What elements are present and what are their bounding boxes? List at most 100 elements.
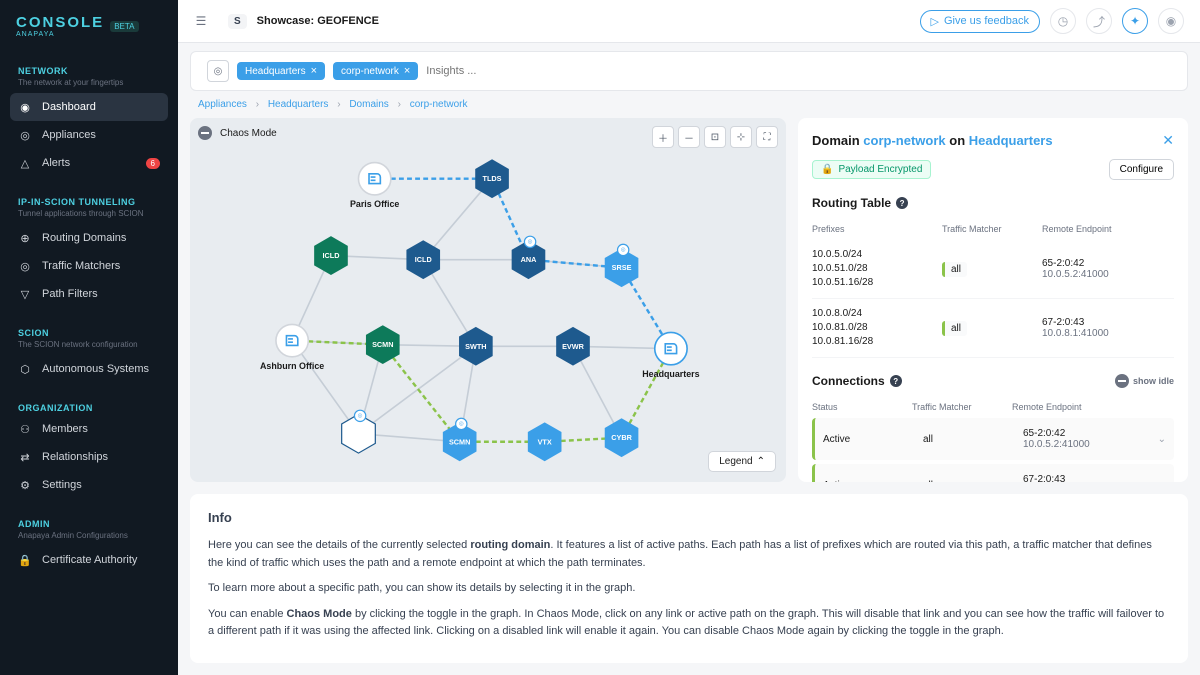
toggle-icon[interactable] [1115,374,1129,388]
sidebar-item-label: Dashboard [42,101,96,113]
info-section: Info Here you can see the details of the… [190,494,1188,663]
sidebar-item-alerts[interactable]: △ Alerts 6 [10,149,168,177]
nav-sub-network: The network at your fingertips [10,78,168,93]
breadcrumb-link[interactable]: Appliances [198,99,247,110]
chevron-right-icon: › [256,99,259,110]
target-icon: ◎ [18,259,32,273]
network-graph[interactable]: TLDSICLDICLDANA◎SRSE◎SCMNSWTHEVWRHIN◎SCM… [190,118,786,482]
chaos-label: Chaos Mode [220,128,277,139]
nav-heading-network: NETWORK [10,62,168,78]
filter-chip-headquarters[interactable]: Headquarters × [237,62,325,80]
graph-node-SWTH[interactable]: SWTH [459,327,493,366]
fit-icon[interactable]: ⊡ [704,126,726,148]
svg-text:TLDS: TLDS [483,174,502,183]
upload-icon[interactable]: ⤴ [1086,8,1112,34]
zoom-in-icon[interactable]: ＋ [652,126,674,148]
link-icon: ⇄ [18,450,32,464]
help-icon[interactable]: ? [896,197,908,209]
routing-row[interactable]: 10.0.5.0/2410.0.51.0/2810.0.51.16/28 all… [812,240,1174,299]
bell-icon: △ [18,156,32,170]
show-idle-toggle[interactable]: show idle [1115,374,1174,388]
filter-chip-corp-network[interactable]: corp-network × [333,62,418,80]
logo: CONSOLE ANAPAYA BETA [0,14,178,46]
routing-table-title: Routing Table ? [812,196,1174,210]
lock-icon: 🔒 [18,553,32,567]
svg-text:ICLD: ICLD [415,255,432,264]
info-paragraph: Here you can see the details of the curr… [208,537,1170,572]
insights-input[interactable] [426,65,1171,77]
svg-text:◎: ◎ [358,413,363,419]
sidebar-item-label: Members [42,423,88,435]
svg-text:HIN: HIN [352,429,365,438]
info-paragraph: To learn more about a specific path, you… [208,580,1170,598]
graph-node-EVWR[interactable]: EVWR [556,327,590,366]
graph-node-SRSE[interactable]: SRSE◎ [605,244,639,287]
sidebar-item-label: Alerts [42,157,70,169]
fullscreen-icon[interactable]: ⛶ [756,126,778,148]
filter-scope-icon[interactable]: ◎ [207,60,229,82]
graph-node-SCMN[interactable]: SCMN◎ [443,418,477,461]
sidebar-item-dashboard[interactable]: ◉ Dashboard [10,93,168,121]
sidebar-item-members[interactable]: ⚇ Members [10,415,168,443]
legend-button[interactable]: Legend ⌃ [708,451,776,472]
feedback-button[interactable]: ▷ Give us feedback [920,10,1040,33]
graph-node-CYBR[interactable]: CYBR [605,418,639,457]
zoom-out-icon[interactable]: － [678,126,700,148]
svg-text:ICLD: ICLD [322,251,339,260]
graph-node-VTX[interactable]: VTX [528,422,562,461]
routing-row[interactable]: 10.0.8.0/2410.0.81.0/2810.0.81.16/28 all… [812,299,1174,358]
svg-text:Paris Office: Paris Office [350,199,399,209]
chip-close-icon[interactable]: × [311,65,317,77]
breadcrumb-link[interactable]: Headquarters [268,99,329,110]
breadcrumb-link[interactable]: Domains [349,99,388,110]
lightbulb-icon[interactable]: ✦ [1122,8,1148,34]
connection-row[interactable]: Active all 65-2:0:4210.0.5.2:41000 ⌄ [812,418,1174,460]
encrypted-badge: 🔒 Payload Encrypted [812,160,931,179]
appliance-hq[interactable]: Headquarters [642,332,699,379]
send-icon: ▷ [931,15,939,28]
chevron-down-icon[interactable]: ⌄ [1158,434,1166,445]
close-icon[interactable]: ✕ [1162,132,1174,149]
user-avatar-icon[interactable]: ◉ [1158,8,1184,34]
sidebar-item-relationships[interactable]: ⇄ Relationships [10,443,168,471]
showcase-badge: S [228,14,247,29]
sidebar-item-traffic-matchers[interactable]: ◎ Traffic Matchers [10,252,168,280]
routing-table-header: Prefixes Traffic Matcher Remote Endpoint [812,218,1174,240]
toggle-icon[interactable] [198,126,212,140]
svg-text:Headquarters: Headquarters [642,369,699,379]
graph-node-ANA[interactable]: ANA◎ [512,236,546,279]
breadcrumb: Appliances › Headquarters › Domains › co… [178,91,1200,118]
sidebar-item-label: Certificate Authority [42,554,137,566]
nav-heading-scion: SCION [10,324,168,340]
connection-row[interactable]: Active all 67-2:0:4310.0.8.1:41000 ⌄ [812,464,1174,482]
sidebar-item-cert-authority[interactable]: 🔒 Certificate Authority [10,546,168,574]
main: ☰ S Showcase: GEOFENCE ▷ Give us feedbac… [178,0,1200,675]
graph-node-ICLD[interactable]: ICLD [314,236,348,275]
gear-icon: ⚙ [18,478,32,492]
filter-bar: ◎ Headquarters × corp-network × [190,51,1188,91]
sidebar-item-appliances[interactable]: ◎ Appliances [10,121,168,149]
chevron-down-icon[interactable]: ⌄ [1158,480,1166,483]
sidebar-item-label: Appliances [42,129,96,141]
sidebar-item-label: Traffic Matchers [42,260,120,272]
sidebar-item-label: Relationships [42,451,108,463]
configure-button[interactable]: Configure [1109,159,1174,180]
sidebar-item-label: Autonomous Systems [42,363,149,375]
sidebar-item-settings[interactable]: ⚙ Settings [10,471,168,499]
sidebar-item-routing-domains[interactable]: ⊕ Routing Domains [10,224,168,252]
clock-icon[interactable]: ◷ [1050,8,1076,34]
chevron-right-icon: › [337,99,340,110]
center-icon[interactable]: ⊹ [730,126,752,148]
chaos-toggle[interactable]: Chaos Mode [198,126,277,140]
svg-text:◎: ◎ [528,239,533,245]
sidebar-item-autonomous-systems[interactable]: ⬡ Autonomous Systems [10,355,168,383]
lock-icon: 🔒 [821,164,833,175]
details-panel: Domain corp-network on Headquarters ✕ 🔒 … [798,118,1188,482]
help-icon[interactable]: ? [890,375,902,387]
menu-icon[interactable]: ☰ [194,14,208,28]
chip-close-icon[interactable]: × [404,65,410,77]
appliance-ashburn[interactable]: Ashburn Office [260,324,324,371]
sidebar-item-path-filters[interactable]: ▽ Path Filters [10,280,168,308]
appliance-paris[interactable]: Paris Office [350,163,399,210]
breadcrumb-link[interactable]: corp-network [410,99,468,110]
